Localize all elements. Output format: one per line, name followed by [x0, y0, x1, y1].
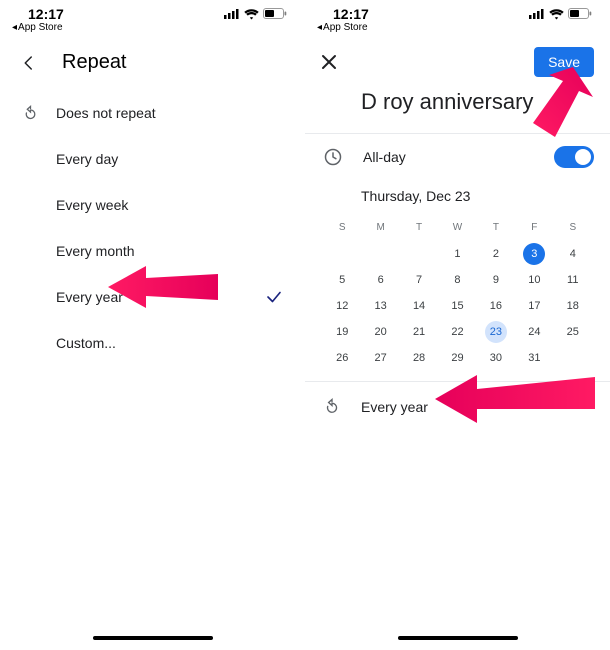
- repeat-option[interactable]: Every month: [0, 228, 305, 274]
- calendar-day[interactable]: 25: [554, 319, 592, 345]
- allday-label: All-day: [363, 149, 406, 165]
- check-icon: [265, 288, 283, 306]
- repeat-option-label: Every year: [56, 289, 123, 305]
- signal-icon: [529, 9, 545, 19]
- calendar-weekday: M: [361, 216, 399, 241]
- calendar-weekday: T: [400, 216, 438, 241]
- back-icon[interactable]: [20, 54, 38, 72]
- battery-icon: [568, 8, 592, 20]
- repeat-icon: [323, 398, 341, 416]
- calendar-day[interactable]: 17: [515, 293, 553, 319]
- calendar-day[interactable]: 3: [515, 241, 553, 267]
- wifi-icon: [244, 9, 259, 20]
- status-indicators: [224, 8, 287, 20]
- calendar-day[interactable]: 1: [438, 241, 476, 267]
- repeat-option-label: Every week: [56, 197, 128, 213]
- status-bar: 12:17: [305, 0, 610, 22]
- calendar-weekday-header: SMTWTFS: [323, 216, 592, 241]
- calendar-weekday: S: [554, 216, 592, 241]
- status-time: 12:17: [333, 6, 369, 22]
- calendar-day[interactable]: 11: [554, 267, 592, 293]
- allday-toggle[interactable]: [554, 146, 594, 168]
- calendar-day: [400, 241, 438, 267]
- calendar-day[interactable]: 12: [323, 293, 361, 319]
- home-indicator[interactable]: [398, 636, 518, 640]
- event-title[interactable]: D roy anniversary: [305, 85, 610, 133]
- calendar-weekday: T: [477, 216, 515, 241]
- repeat-summary-label: Every year: [361, 399, 428, 415]
- calendar-day[interactable]: 14: [400, 293, 438, 319]
- repeat-header: Repeat: [0, 33, 305, 84]
- calendar-day[interactable]: 22: [438, 319, 476, 345]
- calendar: SMTWTFS 12345678910111213141516171819202…: [305, 216, 610, 381]
- repeat-options-list: Does not repeat Every day Every week Every …: [0, 84, 305, 366]
- calendar-day[interactable]: 23: [477, 319, 515, 345]
- back-to-appstore[interactable]: App Store: [305, 22, 610, 33]
- calendar-day[interactable]: 19: [323, 319, 361, 345]
- calendar-grid: 1234567891011121314151617181920212223242…: [323, 241, 592, 371]
- calendar-day[interactable]: 10: [515, 267, 553, 293]
- repeat-option[interactable]: Every week: [0, 182, 305, 228]
- repeat-option[interactable]: Custom...: [0, 320, 305, 366]
- screen-repeat: 12:17 App Store Repeat Does not repeat Ev…: [0, 0, 305, 650]
- calendar-day: [554, 345, 592, 371]
- save-button[interactable]: Save: [534, 47, 594, 77]
- calendar-weekday: W: [438, 216, 476, 241]
- calendar-day[interactable]: 13: [361, 293, 399, 319]
- calendar-day[interactable]: 15: [438, 293, 476, 319]
- repeat-option-label: Every month: [56, 243, 135, 259]
- calendar-day[interactable]: 31: [515, 345, 553, 371]
- calendar-day: [361, 241, 399, 267]
- calendar-day[interactable]: 24: [515, 319, 553, 345]
- repeat-option[interactable]: Every day: [0, 136, 305, 182]
- calendar-day[interactable]: 27: [361, 345, 399, 371]
- wifi-icon: [549, 9, 564, 20]
- status-bar: 12:17: [0, 0, 305, 22]
- repeat-option-label: Custom...: [56, 335, 116, 351]
- calendar-day[interactable]: 8: [438, 267, 476, 293]
- calendar-day[interactable]: 29: [438, 345, 476, 371]
- calendar-day[interactable]: 6: [361, 267, 399, 293]
- close-icon[interactable]: [321, 54, 345, 70]
- clock-icon: [323, 147, 343, 167]
- calendar-weekday: F: [515, 216, 553, 241]
- status-indicators: [529, 8, 592, 20]
- calendar-day[interactable]: 18: [554, 293, 592, 319]
- date-heading[interactable]: Thursday, Dec 23: [305, 180, 610, 216]
- calendar-day[interactable]: 30: [477, 345, 515, 371]
- calendar-day: [323, 241, 361, 267]
- repeat-option[interactable]: Every year: [0, 274, 305, 320]
- status-time: 12:17: [28, 6, 64, 22]
- event-header: Save: [305, 33, 610, 85]
- page-title: Repeat: [62, 51, 127, 74]
- calendar-weekday: S: [323, 216, 361, 241]
- allday-row: All-day: [305, 134, 610, 180]
- battery-icon: [263, 8, 287, 20]
- repeat-summary-row[interactable]: Every year: [305, 382, 610, 432]
- calendar-day[interactable]: 28: [400, 345, 438, 371]
- repeat-option[interactable]: Does not repeat: [0, 90, 305, 136]
- signal-icon: [224, 9, 240, 19]
- screen-event: 12:17 App Store Save D roy anniversary A…: [305, 0, 610, 650]
- repeat-option-label: Does not repeat: [56, 105, 156, 121]
- calendar-day[interactable]: 5: [323, 267, 361, 293]
- repeat-icon: [22, 105, 56, 122]
- back-to-appstore[interactable]: App Store: [0, 22, 305, 33]
- calendar-day[interactable]: 2: [477, 241, 515, 267]
- repeat-option-label: Every day: [56, 151, 118, 167]
- calendar-day[interactable]: 21: [400, 319, 438, 345]
- calendar-day[interactable]: 16: [477, 293, 515, 319]
- calendar-day[interactable]: 7: [400, 267, 438, 293]
- home-indicator[interactable]: [93, 636, 213, 640]
- calendar-day[interactable]: 9: [477, 267, 515, 293]
- calendar-day[interactable]: 20: [361, 319, 399, 345]
- calendar-day[interactable]: 4: [554, 241, 592, 267]
- calendar-day[interactable]: 26: [323, 345, 361, 371]
